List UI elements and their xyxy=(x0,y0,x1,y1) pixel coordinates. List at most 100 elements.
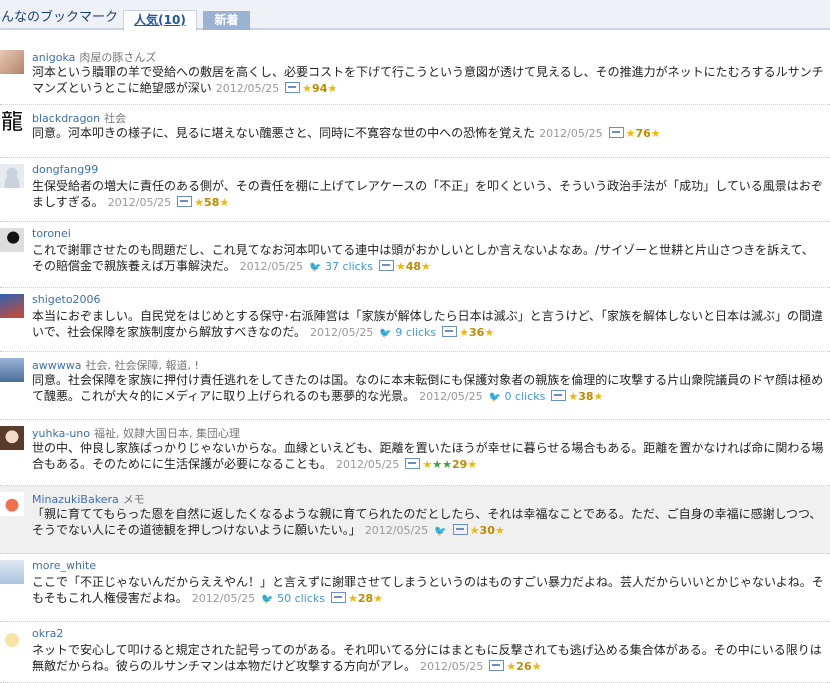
entry-header: okra2 xyxy=(32,627,63,640)
bookmark-entry: shigeto2006 本当におぞましい。自民党をはじめとする保守･右派陣営は「家… xyxy=(0,288,830,352)
user-avatar[interactable] xyxy=(0,228,24,252)
user-avatar[interactable] xyxy=(0,492,24,516)
username-link[interactable]: dongfang99 xyxy=(32,163,98,176)
add-star-icon[interactable] xyxy=(489,660,505,671)
add-star-icon[interactable] xyxy=(405,458,421,469)
star-icon: ★ xyxy=(302,82,313,95)
twitter-clicks[interactable]: 🐦 xyxy=(434,524,446,537)
star-icon: ★ xyxy=(347,592,358,605)
star-count[interactable]: ★26★ xyxy=(489,660,541,673)
entry-tags[interactable]: メモ xyxy=(123,493,145,506)
star-number: 26 xyxy=(516,660,532,673)
star-count[interactable]: ★38★ xyxy=(551,390,603,403)
star-count[interactable]: ★48★ xyxy=(378,260,431,273)
bookmark-date[interactable]: 2012/05/25 xyxy=(108,196,171,209)
bookmark-date[interactable]: 2012/05/25 xyxy=(216,82,279,95)
bookmark-entry: 龍 blackdragon 社会 同意。河本叩きの様子に、見るに堪えない醜悪さと、同時… xyxy=(0,105,830,158)
star-number: 58 xyxy=(204,196,220,209)
bookmark-comment: 生保受給者の増大に責任のある側が、その責任を棚に上げてレアケースの「不正」を叩く… xyxy=(32,178,824,211)
bookmark-date[interactable]: 2012/05/25 xyxy=(420,660,483,673)
bookmark-entry: MinazukiBakera メモ 「親に育ててもらった恩を自然に返したくなるような… xyxy=(0,486,830,554)
bookmark-date[interactable]: 2012/05/25 xyxy=(539,127,602,140)
star-icon: ★ xyxy=(373,592,383,605)
bookmark-comment: 世の中、仲良し家族ばっかりじゃないからな。血縁といえども、距離を置いたほうが幸せ… xyxy=(32,440,824,473)
add-star-icon[interactable] xyxy=(551,390,567,401)
star-count[interactable]: ★★★29★ xyxy=(405,458,477,471)
star-count[interactable]: ★30★ xyxy=(452,524,505,537)
star-count[interactable]: ★36★ xyxy=(442,326,494,339)
tab-new[interactable]: 新着 xyxy=(203,11,250,30)
bookmark-date[interactable]: 2012/05/25 xyxy=(240,260,303,273)
star-icon: ★ xyxy=(194,196,205,209)
entry-header: blackdragon 社会 xyxy=(32,110,126,126)
entry-tags[interactable]: 社会 xyxy=(104,112,126,125)
username-link[interactable]: blackdragon xyxy=(32,112,100,125)
username-link[interactable]: okra2 xyxy=(32,627,63,640)
star-number: 48 xyxy=(405,260,422,273)
bookmark-date[interactable]: 2012/05/25 xyxy=(419,390,482,403)
add-star-icon[interactable] xyxy=(378,260,394,271)
add-star-icon[interactable] xyxy=(608,127,624,138)
entry-tags[interactable]: 社会, 社会保障, 報道, ! xyxy=(85,359,198,372)
star-number: 28 xyxy=(357,592,374,605)
star-count[interactable]: ★76★ xyxy=(608,127,661,140)
star-count[interactable]: ★94★ xyxy=(285,82,337,95)
bookmark-tabbar: みんなのブックマーク 人気(10) 新着 xyxy=(0,0,830,31)
entry-header: awwwwa 社会, 社会保障, 報道, ! xyxy=(32,357,199,373)
twitter-clicks[interactable]: 🐦 50 clicks xyxy=(261,592,325,605)
bookmark-comment: ここで「不正じゃないんだからええやん！」と言えずに謝罪させてしまうというのはもの… xyxy=(32,574,824,608)
add-star-icon[interactable] xyxy=(452,524,468,535)
bookmark-entry: toronei これで謝罪させたのも問題だし、これ見てなお河本叩いてる連中は頭がお… xyxy=(0,222,830,288)
bookmark-date[interactable]: 2012/05/25 xyxy=(192,592,255,605)
bookmark-date[interactable]: 2012/05/25 xyxy=(365,524,428,537)
add-star-icon[interactable] xyxy=(442,326,458,337)
twitter-clicks[interactable]: 🐦 9 clicks xyxy=(379,326,436,339)
user-avatar[interactable] xyxy=(0,426,24,450)
entry-tags[interactable]: 福祉, 奴隷大国日本, 集団心理 xyxy=(94,427,240,440)
twitter-clicks[interactable]: 🐦 0 clicks xyxy=(489,390,546,403)
username-link[interactable]: shigeto2006 xyxy=(32,293,101,306)
bookmark-comment: 同意。河本叩きの様子に、見るに堪えない醜悪さと、同時に不寛容な世の中への恐怖を覚… xyxy=(32,125,824,142)
star-icon: ★ xyxy=(467,458,478,471)
user-avatar[interactable] xyxy=(0,50,24,74)
user-avatar[interactable] xyxy=(0,628,24,652)
twitter-bird-icon: 🐦 xyxy=(488,392,502,403)
username-link[interactable]: yuhka-uno xyxy=(32,427,90,440)
user-avatar[interactable] xyxy=(0,560,24,584)
bookmark-entry: okra2 ネットで安心して叩けると規定された記号ってのがある。それ叩いてる分には… xyxy=(0,622,830,683)
twitter-bird-icon: 🐦 xyxy=(379,328,392,339)
star-count[interactable]: ★28★ xyxy=(330,592,383,605)
star-icon: ★ xyxy=(506,660,517,673)
star-icon: ★ xyxy=(650,127,661,140)
username-link[interactable]: awwwwa xyxy=(32,359,81,372)
star-number: 29 xyxy=(452,458,468,471)
star-icon: ★ xyxy=(531,660,542,673)
add-star-icon[interactable] xyxy=(330,592,346,603)
bookmark-date[interactable]: 2012/05/25 xyxy=(310,326,373,339)
twitter-clicks[interactable]: 🐦 37 clicks xyxy=(309,260,373,273)
username-link[interactable]: MinazukiBakera xyxy=(32,493,119,506)
section-title: みんなのブックマーク xyxy=(0,10,119,25)
user-avatar[interactable] xyxy=(0,164,24,188)
bookmark-comment: 同意。社会保障を家族に押付け責任逃れをしてきたのは国。なのに本末転倒にも保護対象… xyxy=(32,372,824,406)
comment-text: 同意。河本叩きの様子に、見るに堪えない醜悪さと、同時に不寛容な世の中への恐怖を覚… xyxy=(32,126,536,140)
user-avatar[interactable]: 龍 xyxy=(0,111,24,135)
username-link[interactable]: toronei xyxy=(32,227,71,240)
star-icon: ★ xyxy=(327,82,338,95)
star-icon: ★ xyxy=(459,326,470,339)
tab-popular[interactable]: 人気(10) xyxy=(123,10,197,31)
username-link[interactable]: anigoka xyxy=(32,51,75,64)
star-count[interactable]: ★58★ xyxy=(177,196,229,209)
star-icon: ★ xyxy=(593,390,604,403)
star-icon: ★ xyxy=(219,196,230,209)
add-star-icon[interactable] xyxy=(177,196,193,207)
bookmark-entry: anigoka 肉屋の豚さんズ 河本という贖罪の羊で受給への敷居を高くし、必要コスト… xyxy=(0,44,830,105)
entry-header: yuhka-uno 福祉, 奴隷大国日本, 集団心理 xyxy=(32,425,240,441)
add-star-icon[interactable] xyxy=(285,82,301,93)
username-link[interactable]: more_white xyxy=(32,559,96,572)
user-avatar[interactable] xyxy=(0,358,24,382)
comment-text: ここで「不正じゃないんだからええやん！」と言えずに謝罪させてしまうというのはもの… xyxy=(32,575,824,605)
entry-tags[interactable]: 肉屋の豚さんズ xyxy=(79,51,156,64)
user-avatar[interactable] xyxy=(0,294,24,318)
bookmark-date[interactable]: 2012/05/25 xyxy=(336,458,399,471)
